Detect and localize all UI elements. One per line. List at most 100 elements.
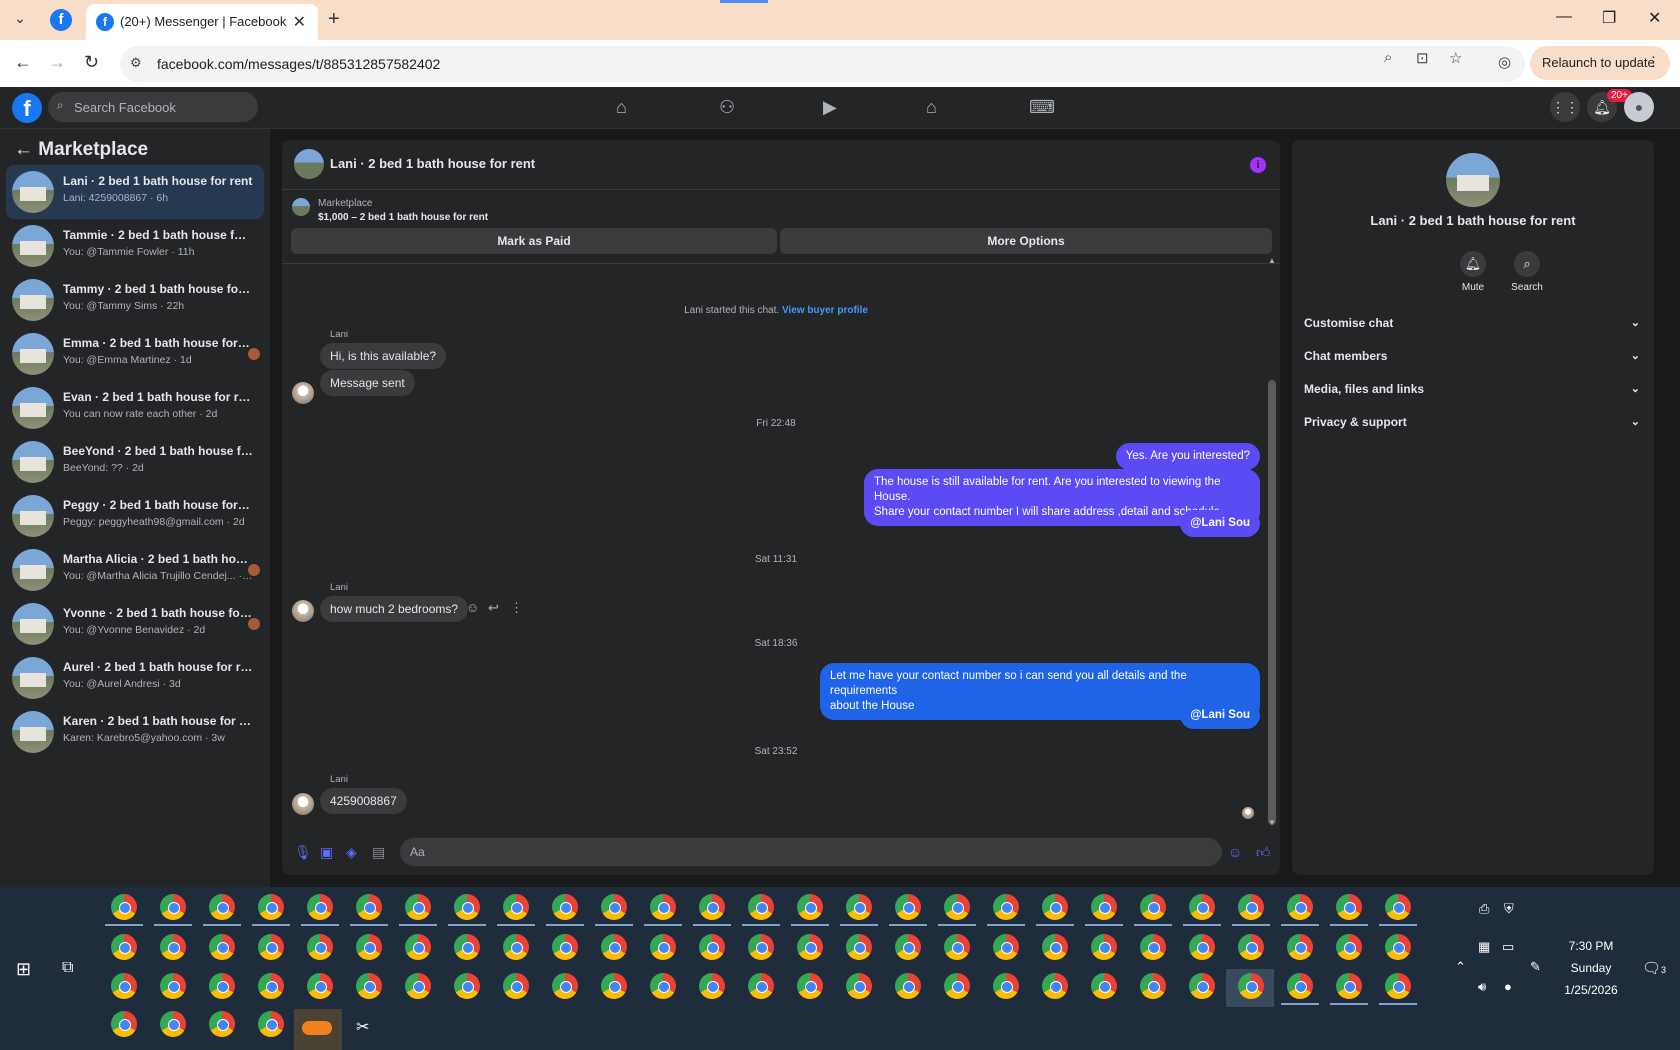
restore-icon[interactable]: ❐ xyxy=(1602,8,1616,28)
privacy-support-section[interactable]: Privacy & support ⌄ xyxy=(1304,415,1642,435)
incoming-message[interactable]: Message sent xyxy=(320,370,415,396)
install-app-icon[interactable]: ⊡ xyxy=(1416,49,1429,67)
chrome-profile-icon[interactable] xyxy=(895,934,921,960)
chrome-profile-icon[interactable] xyxy=(846,973,872,999)
chrome-profile-icon[interactable] xyxy=(993,934,1019,960)
chrome-profile-icon[interactable] xyxy=(356,894,382,920)
mark-as-paid-button[interactable]: Mark as Paid xyxy=(291,228,777,254)
menu-kebab-icon[interactable]: ⋮ xyxy=(1647,54,1660,70)
sticker-icon[interactable]: ◈ xyxy=(346,844,357,861)
emoji-icon[interactable]: ☺ xyxy=(1228,844,1242,860)
notification-center-icon[interactable]: 🗨︎3 xyxy=(1642,959,1666,977)
minimize-icon[interactable]: — xyxy=(1556,8,1572,26)
more-options-button[interactable]: More Options xyxy=(780,228,1272,254)
chrome-profile-icon[interactable] xyxy=(1042,973,1068,999)
chrome-profile-icon[interactable] xyxy=(356,973,382,999)
chrome-profile-icon[interactable] xyxy=(650,973,676,999)
security-shield-icon[interactable]: ⛨ xyxy=(1504,901,1514,917)
bookmark-star-icon[interactable]: ☆ xyxy=(1449,49,1462,67)
reload-icon[interactable]: ↻ xyxy=(84,52,99,73)
windows-start-icon[interactable]: ⊞ xyxy=(16,959,31,980)
chrome-profile-icon[interactable] xyxy=(1042,894,1068,920)
site-info-icon[interactable]: ⚙ xyxy=(130,55,142,71)
chrome-profile-icon[interactable] xyxy=(895,973,921,999)
chrome-profile-icon[interactable] xyxy=(601,973,627,999)
scroll-up-icon[interactable]: ▲ xyxy=(1268,256,1276,265)
react-emoji-icon[interactable]: ☺ xyxy=(466,600,479,615)
chrome-profile-icon[interactable] xyxy=(111,973,137,999)
chrome-profile-icon[interactable] xyxy=(111,894,137,920)
chrome-profile-icon[interactable] xyxy=(1385,894,1411,920)
chrome-profile-icon[interactable] xyxy=(454,934,480,960)
tab-messenger[interactable]: f (20+) Messenger | Facebook ✕ xyxy=(86,4,318,40)
listing-price[interactable]: $1,000 – 2 bed 1 bath house for rent xyxy=(318,212,488,223)
marketplace-icon[interactable]: ⌂ xyxy=(926,97,937,118)
chrome-profile-icon[interactable] xyxy=(160,1011,186,1037)
chrome-profile-icon[interactable] xyxy=(797,973,823,999)
chrome-profile-icon[interactable] xyxy=(944,973,970,999)
outgoing-message[interactable]: Yes. Are you interested? xyxy=(1115,443,1260,470)
search-chat-button[interactable]: ⌕ Search xyxy=(1502,251,1552,293)
chrome-profile-icon[interactable] xyxy=(160,894,186,920)
gaming-icon[interactable]: ⌨ xyxy=(1029,97,1055,118)
incoming-message[interactable]: 4259008867 xyxy=(320,788,407,814)
conversation-item[interactable]: Aurel · 2 bed 1 bath house for rent You: … xyxy=(6,651,264,705)
conversation-item[interactable]: Peggy · 2 bed 1 bath house for rent Peggy… xyxy=(6,489,264,543)
chrome-profile-icon[interactable] xyxy=(258,894,284,920)
sender-avatar[interactable] xyxy=(292,793,314,815)
chrome-profile-icon[interactable] xyxy=(1189,894,1215,920)
chrome-profile-icon[interactable] xyxy=(356,934,382,960)
conversation-item[interactable]: Tammy · 2 bed 1 bath house for rent You: … xyxy=(6,273,264,327)
reply-icon[interactable]: ↩ xyxy=(488,600,499,616)
chrome-profile-icon[interactable] xyxy=(699,973,725,999)
chrome-profile-icon[interactable] xyxy=(1336,973,1362,999)
chrome-profile-icon[interactable] xyxy=(454,973,480,999)
chrome-profile-icon[interactable] xyxy=(895,894,921,920)
chrome-profile-icon[interactable] xyxy=(552,894,578,920)
chrome-profile-icon[interactable] xyxy=(993,973,1019,999)
chrome-profile-icon[interactable] xyxy=(1042,934,1068,960)
chrome-profile-icon[interactable] xyxy=(944,894,970,920)
chrome-profile-icon[interactable] xyxy=(1287,894,1313,920)
address-bar[interactable]: ⚙ facebook.com/messages/t/88531285758240… xyxy=(120,46,1525,82)
chrome-profile-icon[interactable] xyxy=(601,894,627,920)
chrome-profile-icon[interactable] xyxy=(846,934,872,960)
mute-button[interactable]: 🔔︎ Mute xyxy=(1448,251,1498,293)
chrome-profile-icon[interactable] xyxy=(503,934,529,960)
chrome-profile-icon[interactable] xyxy=(1287,973,1313,999)
close-tab-icon[interactable]: ✕ xyxy=(293,12,306,32)
chrome-profile-icon[interactable] xyxy=(699,894,725,920)
profile-icon[interactable]: ◎ xyxy=(1498,53,1511,71)
chrome-profile-icon[interactable] xyxy=(307,934,333,960)
cloudflare-app-button[interactable] xyxy=(294,1009,342,1050)
chrome-profile-icon[interactable] xyxy=(846,894,872,920)
chrome-profile-icon[interactable] xyxy=(160,934,186,960)
chrome-profile-icon[interactable] xyxy=(650,934,676,960)
menu-grid-icon[interactable]: ⋮⋮ xyxy=(1550,92,1580,122)
chrome-profile-icon[interactable] xyxy=(1336,894,1362,920)
chrome-profile-icon[interactable] xyxy=(1140,894,1166,920)
chrome-profile-icon[interactable] xyxy=(1091,934,1117,960)
tab-search-dropdown-icon[interactable]: ⌄ xyxy=(10,10,30,30)
video-icon[interactable]: ▶ xyxy=(823,97,837,118)
chrome-profile-icon[interactable] xyxy=(650,894,676,920)
chrome-profile-icon[interactable] xyxy=(1140,934,1166,960)
chrome-profile-icon[interactable] xyxy=(699,934,725,960)
sender-avatar[interactable] xyxy=(292,600,314,622)
chrome-profile-icon[interactable] xyxy=(111,1011,137,1037)
chrome-profile-icon[interactable] xyxy=(1140,973,1166,999)
clock-time[interactable]: 7:30 PM xyxy=(1546,939,1636,953)
chat-thumbnail[interactable] xyxy=(294,149,324,179)
back-icon[interactable]: ← xyxy=(14,52,32,73)
conversation-item[interactable]: Karen · 2 bed 1 bath house for rent Karen… xyxy=(6,705,264,759)
conversation-item[interactable]: Martha Alicia · 2 bed 1 bath hou... You: … xyxy=(6,543,264,597)
chrome-profile-icon[interactable] xyxy=(405,934,431,960)
chrome-profile-icon[interactable] xyxy=(748,894,774,920)
snipping-tool-icon[interactable]: ✂ xyxy=(356,1017,378,1041)
pen-icon[interactable]: ✎ xyxy=(1530,959,1541,975)
chrome-profile-icon[interactable] xyxy=(209,934,235,960)
media-files-section[interactable]: Media, files and links ⌄ xyxy=(1304,382,1642,402)
scrollbar-thumb[interactable] xyxy=(1268,380,1276,825)
chrome-profile-icon[interactable] xyxy=(209,1011,235,1037)
conversation-item[interactable]: Emma · 2 bed 1 bath house for r... You: @… xyxy=(6,327,264,381)
